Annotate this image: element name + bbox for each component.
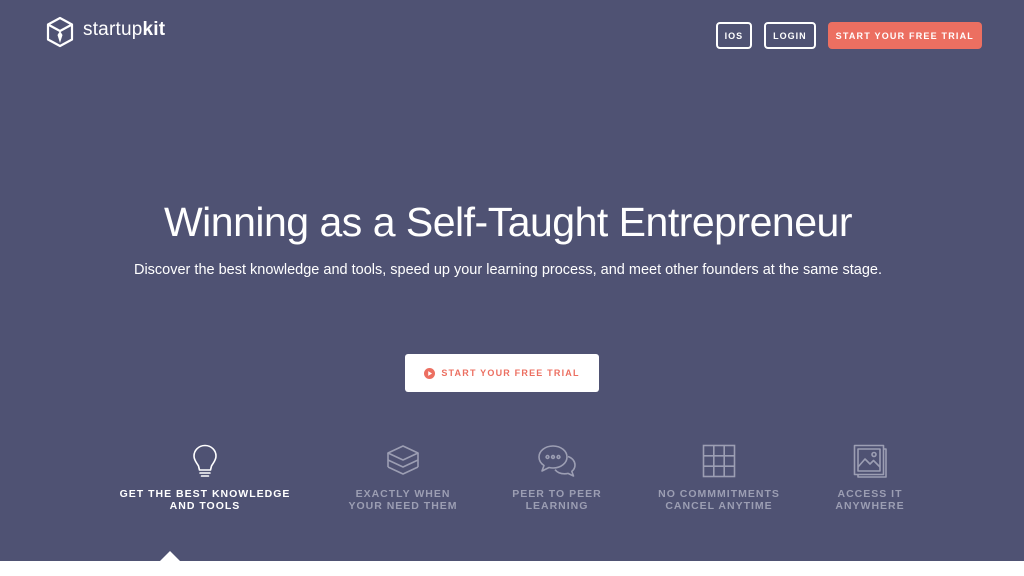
page-title: Winning as a Self-Taught Entrepreneur xyxy=(163,199,853,245)
ios-button[interactable]: IOS xyxy=(715,22,753,49)
feature-label: GET THE BEST KNOWLEDGE AND TOOLS xyxy=(119,488,291,512)
feature-tab-knowledge[interactable]: GET THE BEST KNOWLEDGE AND TOOLS xyxy=(105,443,305,512)
brand-name-light: startup xyxy=(83,19,143,40)
content-section-edge xyxy=(0,561,1024,576)
image-stack-icon xyxy=(853,444,887,478)
hero-section: startupkit IOS LOGIN START YOUR FREE TRI… xyxy=(0,0,1024,561)
active-tab-indicator xyxy=(160,551,180,561)
grid-icon xyxy=(702,444,736,478)
top-nav: IOS LOGIN START YOUR FREE TRIAL xyxy=(715,22,982,49)
brand-name-bold: kit xyxy=(142,19,166,40)
layers-icon xyxy=(387,445,419,475)
cta-label: START YOUR FREE TRIAL xyxy=(441,368,580,378)
start-trial-nav-button[interactable]: START YOUR FREE TRIAL xyxy=(827,22,982,49)
feature-label: ACCESS IT ANYWHERE xyxy=(835,488,905,512)
cube-icon xyxy=(46,16,74,48)
login-button[interactable]: LOGIN xyxy=(764,22,816,49)
feature-tab-access[interactable]: ACCESS IT ANYWHERE xyxy=(770,443,970,512)
chat-bubbles-icon xyxy=(538,445,576,477)
brand-name: startupkit xyxy=(83,19,165,41)
start-trial-cta-button[interactable]: START YOUR FREE TRIAL xyxy=(405,354,599,392)
play-circle-icon xyxy=(424,367,436,379)
page-subtitle: Discover the best knowledge and tools, s… xyxy=(133,262,882,278)
lightbulb-icon xyxy=(193,444,217,477)
logo[interactable]: startupkit xyxy=(45,16,165,48)
